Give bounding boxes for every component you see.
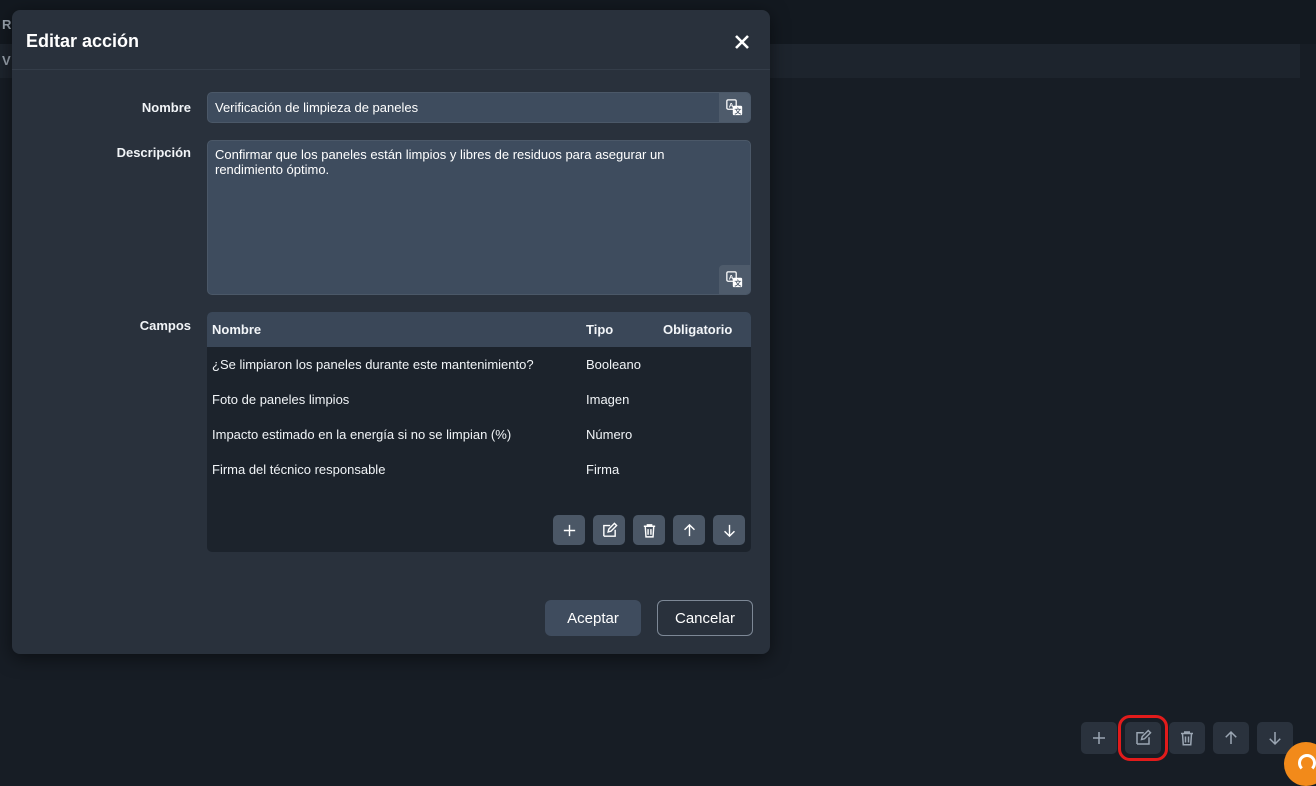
- description-text: Confirmar que los paneles están limpios …: [215, 147, 665, 177]
- arrow-up-icon: [683, 523, 695, 536]
- name-field-value: Verificación de limpieza de paneles: [215, 100, 419, 115]
- accept-button[interactable]: Aceptar: [545, 600, 641, 636]
- name-translate-button[interactable]: A 文: [719, 93, 750, 122]
- translate-icon: A 文: [726, 99, 743, 115]
- row-type: Booleano: [586, 357, 641, 372]
- row-name: Firma del técnico responsable: [212, 462, 386, 477]
- row-type: Imagen: [586, 392, 630, 407]
- svg-text:文: 文: [734, 278, 742, 287]
- name-field[interactable]: Verificación de limpieza de paneles A 文: [207, 92, 751, 123]
- background-move-up-button[interactable]: [1213, 722, 1249, 754]
- move-field-up-button[interactable]: [673, 515, 705, 545]
- row-name: ¿Se limpiaron los paneles durante este m…: [212, 357, 534, 372]
- name-label: Nombre: [141, 100, 191, 115]
- plus-icon: [1093, 732, 1105, 744]
- column-header-name[interactable]: Nombre: [207, 322, 586, 337]
- fields-table: Nombre Tipo Obligatorio ¿Se limpiaron lo…: [207, 312, 751, 552]
- row-type: Firma: [586, 462, 620, 477]
- close-button[interactable]: [732, 32, 752, 52]
- background-toolbar: [1081, 715, 1293, 761]
- table-header: Nombre Tipo Obligatorio: [207, 312, 751, 347]
- row-name: Foto de paneles limpios: [212, 392, 350, 407]
- table-toolbar: [553, 515, 745, 545]
- translate-icon: A 文: [726, 271, 743, 287]
- arrow-up-icon: [1225, 730, 1237, 744]
- row-name: Impacto estimado en la energía si no se …: [212, 427, 512, 442]
- dialog-header: Editar acción: [12, 10, 770, 70]
- background-edit-button[interactable]: [1118, 715, 1168, 761]
- background-text-v: V: [2, 53, 11, 68]
- background-move-down-button[interactable]: [1257, 722, 1293, 754]
- help-fab-button[interactable]: [1284, 742, 1316, 786]
- table-row[interactable]: ¿Se limpiaron los paneles durante este m…: [207, 347, 751, 382]
- fields-label: Campos: [139, 318, 191, 333]
- table-row[interactable]: Foto de paneles limpios Imagen: [207, 382, 751, 417]
- plus-icon: [563, 524, 575, 536]
- cancel-button[interactable]: Cancelar: [657, 600, 753, 636]
- add-field-button[interactable]: [553, 515, 585, 545]
- edit-field-button[interactable]: [593, 515, 625, 545]
- background-text-r: R: [2, 17, 12, 32]
- column-header-required[interactable]: Obligatorio: [663, 322, 751, 337]
- dialog-title: Editar acción: [26, 31, 140, 51]
- edit-icon: [602, 521, 618, 537]
- trash-icon: [643, 523, 655, 538]
- row-type: Número: [586, 427, 633, 442]
- svg-text:文: 文: [734, 106, 742, 115]
- column-header-type[interactable]: Tipo: [586, 322, 663, 337]
- edit-icon: [1136, 729, 1152, 745]
- delete-field-button[interactable]: [633, 515, 665, 545]
- move-field-down-button[interactable]: [713, 515, 745, 545]
- background-delete-button[interactable]: [1169, 722, 1205, 754]
- trash-icon: [1181, 731, 1193, 746]
- description-translate-button[interactable]: A 文: [719, 265, 750, 294]
- table-row[interactable]: Firma del técnico responsable Firma: [207, 452, 751, 487]
- arrow-down-icon: [723, 524, 735, 537]
- background-add-button[interactable]: [1081, 722, 1117, 754]
- description-textarea[interactable]: Confirmar que los paneles están limpios …: [207, 140, 751, 295]
- edit-action-dialog: Editar acción Nombre Verificación de lim…: [12, 10, 770, 654]
- arrow-down-icon: [1269, 732, 1281, 746]
- description-label: Descripción: [116, 145, 191, 160]
- close-icon: [735, 35, 749, 49]
- table-row[interactable]: Impacto estimado en la energía si no se …: [207, 417, 751, 452]
